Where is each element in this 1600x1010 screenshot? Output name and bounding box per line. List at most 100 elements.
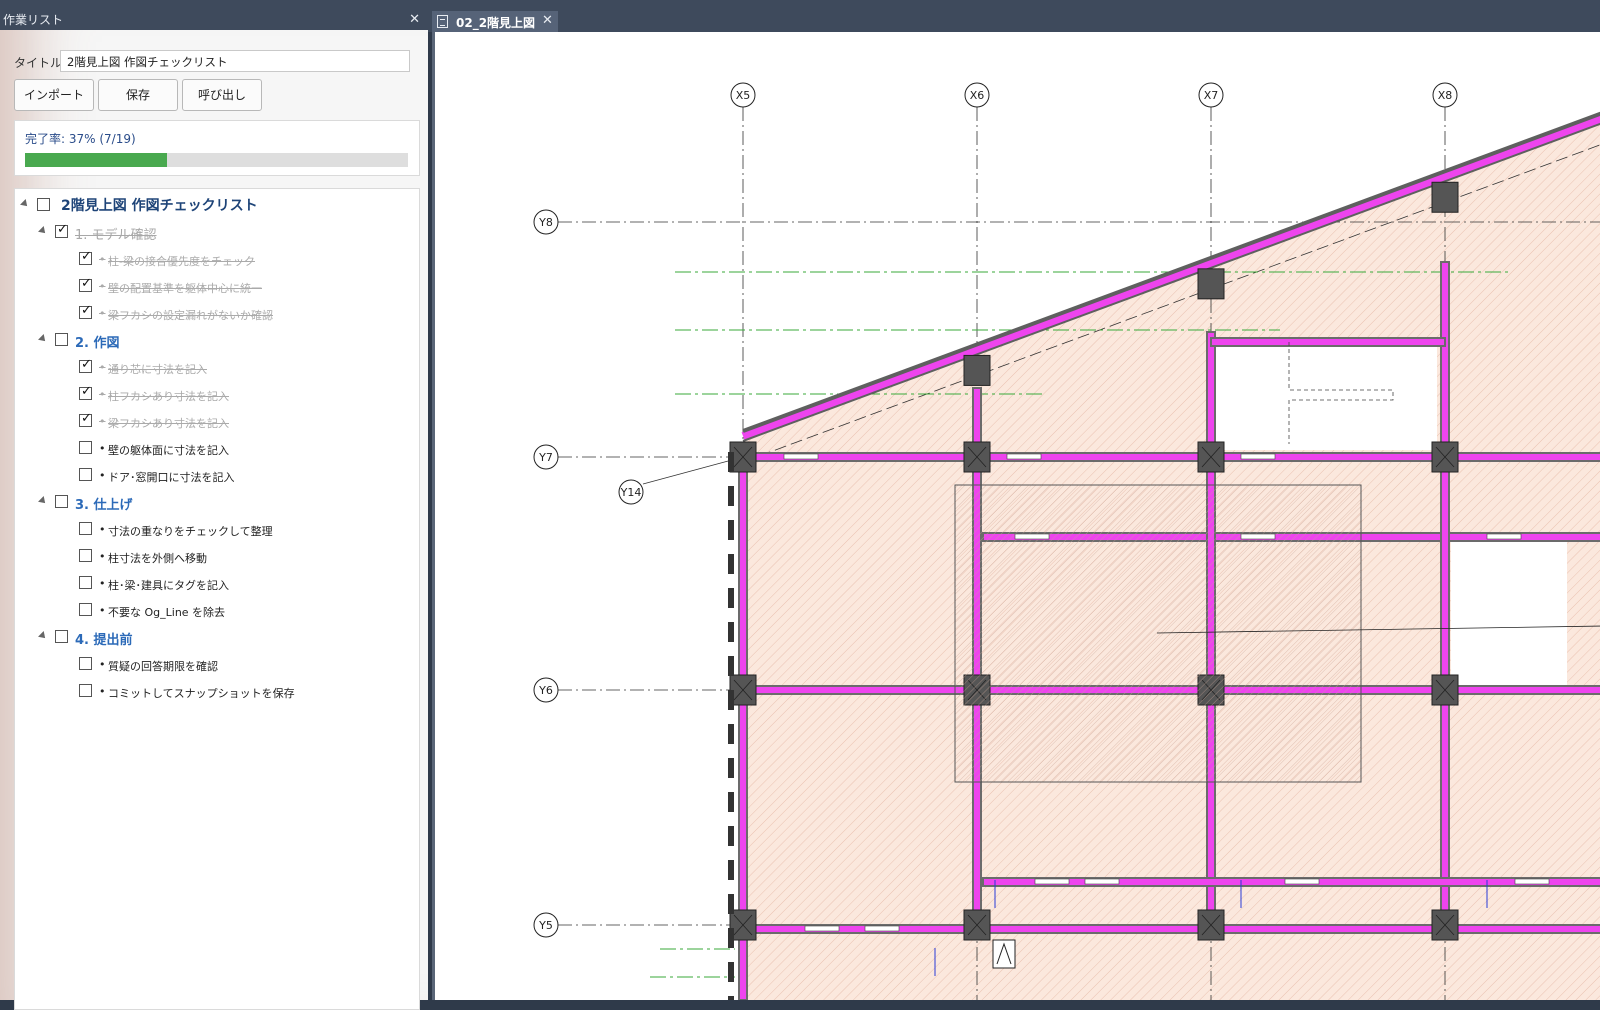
section-label: 1. モデル確認: [75, 228, 157, 243]
item-label: 寸法の重なりをチェックして整理: [108, 525, 273, 538]
tab-label: 02_2階見上図: [456, 16, 536, 30]
checkbox[interactable]: [79, 549, 92, 562]
bullet-icon: •: [99, 469, 106, 482]
checklist-item[interactable]: • 壁の躯体面に寸法を記入: [15, 436, 419, 462]
checklist-section[interactable]: ✓ 1. モデル確認: [15, 220, 419, 246]
checkbox[interactable]: [55, 333, 68, 346]
drawing-canvas[interactable]: X5 X6 X7 X8 Y8 Y7 Y6 Y5 Y14: [432, 32, 1600, 1000]
beam: [1440, 261, 1450, 930]
checkbox[interactable]: [55, 495, 68, 508]
checklist-section[interactable]: 3. 仕上げ: [15, 490, 419, 516]
checkbox[interactable]: ✓: [79, 384, 92, 400]
selection-region: [954, 484, 1362, 783]
checklist-item[interactable]: • 柱寸法を外側へ移動: [15, 544, 419, 570]
checklist-item[interactable]: • 寸法の重なりをチェックして整理: [15, 517, 419, 543]
checkbox[interactable]: [55, 630, 68, 643]
checklist-item[interactable]: ✓ • 柱‐梁の接合優先度をチェック: [15, 247, 419, 273]
wall-opening-marker: [1486, 533, 1522, 540]
checkbox[interactable]: ✓: [79, 303, 92, 319]
wall-opening-marker: [1014, 533, 1050, 540]
expand-arrow-icon[interactable]: [38, 334, 48, 344]
checkbox[interactable]: ✓: [79, 411, 92, 427]
wall-opening-marker: [1084, 878, 1120, 885]
title-input[interactable]: 2階見上図 作図チェックリスト: [60, 50, 410, 72]
checklist-item[interactable]: ✓ • 柱フカシあり寸法を記入: [15, 382, 419, 408]
import-button[interactable]: インポート: [14, 79, 94, 111]
grid-label: Y6: [538, 684, 553, 697]
tab-drawing[interactable]: 02_2階見上図 ✕: [432, 11, 558, 32]
expand-arrow-icon[interactable]: [38, 226, 48, 236]
checklist-item[interactable]: • 柱･梁･建具にタグを記入: [15, 571, 419, 597]
checklist-item[interactable]: ✓ • 通り芯に寸法を記入: [15, 355, 419, 381]
checkbox[interactable]: [79, 468, 92, 481]
check-mark-icon: ✓: [81, 303, 92, 318]
check-mark-icon: ✓: [81, 411, 92, 426]
title-label: タイトル:: [14, 56, 67, 70]
checklist-item[interactable]: ✓ • 梁フカシの設定漏れがないか確認: [15, 301, 419, 327]
item-label: 通り芯に寸法を記入: [108, 363, 207, 376]
close-icon[interactable]: ✕: [409, 10, 420, 30]
checklist-item[interactable]: • 不要な Og_Line を除去: [15, 598, 419, 624]
checklist-item[interactable]: • コミットしてスナップショットを保存: [15, 679, 419, 705]
bullet-icon: •: [99, 604, 106, 617]
bullet-icon: •: [99, 388, 106, 401]
document-tab-bar: 02_2階見上図 ✕: [428, 10, 1600, 32]
expand-arrow-icon[interactable]: [38, 496, 48, 506]
checklist-item[interactable]: ✓ • 壁の配置基準を躯体中心に統一: [15, 274, 419, 300]
wall-opening-marker: [1034, 878, 1070, 885]
checkbox[interactable]: [79, 576, 92, 589]
checklist-section[interactable]: 4. 提出前: [15, 625, 419, 651]
progress-fill: [25, 153, 167, 167]
checklist-item[interactable]: ✓ • 梁フカシあり寸法を記入: [15, 409, 419, 435]
checklist-item[interactable]: • 質疑の回答期限を確認: [15, 652, 419, 678]
item-label: 柱･梁･建具にタグを記入: [108, 579, 229, 592]
grid-label: X8: [1438, 89, 1453, 102]
grid-label: X5: [736, 89, 751, 102]
drawing-sheet-icon: [437, 15, 448, 28]
checkbox[interactable]: ✓: [79, 249, 92, 265]
checkbox[interactable]: ✓: [79, 276, 92, 292]
bullet-icon: •: [99, 442, 106, 455]
checkbox[interactable]: [79, 657, 92, 670]
item-label: 梁フカシの設定漏れがないか確認: [108, 309, 273, 322]
root-label: 2階見上図 作図チェックリスト: [61, 198, 258, 214]
column: [963, 354, 991, 386]
expand-arrow-icon[interactable]: [38, 631, 48, 641]
load-button[interactable]: 呼び出し: [182, 79, 262, 111]
item-label: 梁フカシあり寸法を記入: [108, 417, 229, 430]
column: [1431, 181, 1459, 213]
panel-header: 作業リスト ✕: [0, 10, 428, 30]
item-label: 壁の配置基準を躯体中心に統一: [108, 282, 262, 295]
checkbox[interactable]: [79, 603, 92, 616]
opening-void: [1451, 540, 1567, 690]
wall-opening-marker: [1006, 453, 1042, 460]
expand-arrow-icon[interactable]: [20, 199, 30, 209]
section-label: 2. 作図: [75, 336, 120, 351]
bullet-icon: •: [99, 577, 106, 590]
bullet-icon: •: [99, 361, 106, 374]
checklist-panel: 作業リスト ✕ タイトル: 2階見上図 作図チェックリスト インポート 保存 呼…: [0, 10, 428, 1010]
item-label: 柱フカシあり寸法を記入: [108, 390, 229, 403]
title-row: タイトル: 2階見上図 作図チェックリスト: [14, 50, 420, 74]
progress-text: 完了率: 37% (7/19): [25, 132, 136, 146]
checklist-item[interactable]: • ドア･窓開口に寸法を記入: [15, 463, 419, 489]
item-label: 柱‐梁の接合優先度をチェック: [108, 255, 255, 268]
checklist-root[interactable]: 2階見上図 作図チェックリスト: [15, 193, 419, 219]
app-top-strip: [0, 0, 1600, 10]
wall-opening-marker: [1240, 453, 1276, 460]
checkbox[interactable]: [79, 522, 92, 535]
checkbox[interactable]: ✓: [55, 222, 68, 238]
checkbox[interactable]: [79, 441, 92, 454]
close-icon[interactable]: ✕: [542, 13, 553, 28]
checkbox[interactable]: [79, 684, 92, 697]
beam: [742, 452, 1600, 462]
bullet-icon: •: [99, 550, 106, 563]
check-mark-icon: ✓: [57, 222, 68, 237]
bullet-icon: •: [99, 280, 106, 293]
checklist-section[interactable]: 2. 作図: [15, 328, 419, 354]
wall-opening-marker: [1284, 878, 1320, 885]
save-button[interactable]: 保存: [98, 79, 178, 111]
checkbox[interactable]: [37, 198, 50, 211]
checkbox[interactable]: ✓: [79, 357, 92, 373]
floor-plan-drawing[interactable]: X5 X6 X7 X8 Y8 Y7 Y6 Y5 Y14: [435, 32, 1600, 1000]
